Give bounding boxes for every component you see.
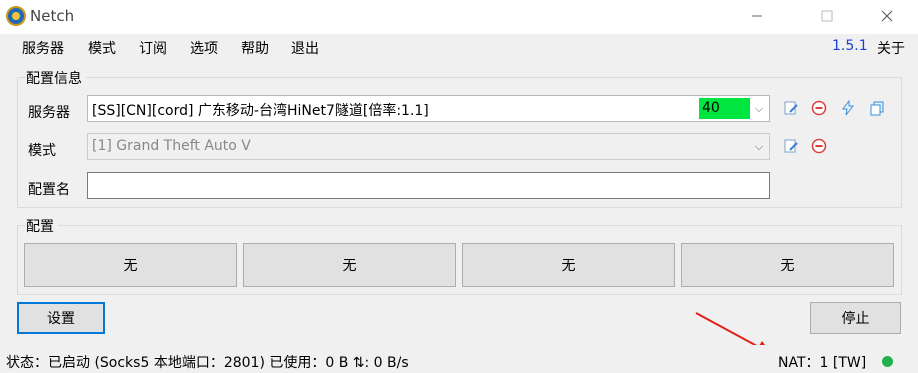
menu-options[interactable]: 选项 [190,38,218,58]
profile-button-4[interactable]: 无 [681,243,894,287]
server-value: [SS][CN][cord] 广东移动-台湾HiNet7隧道[倍率:1.1] [92,103,429,119]
status-text: 状态：已启动 (Socks5 本地端口：2801) 已使用：0 B ⇅: 0 B… [6,355,409,371]
edit-mode-button[interactable] [782,137,800,155]
delete-icon [811,100,827,116]
profile-name-input[interactable] [87,172,770,199]
maximize-button[interactable] [804,0,850,32]
menu-about[interactable]: 关于 [877,38,905,58]
server-label: 服务器 [28,105,70,121]
title-bar: Netch [0,0,918,34]
mode-value: [1] Grand Theft Auto V [92,138,251,154]
settings-button[interactable]: 设置 [17,302,105,334]
maximize-icon [821,10,833,22]
status-dot-icon [882,356,893,367]
delete-server-button[interactable] [810,99,828,117]
close-button[interactable] [864,0,910,32]
speedtest-icon [842,100,855,116]
mode-combobox[interactable]: [1] Grand Theft Auto V ⌵ [87,133,770,160]
profiles-title: 配置 [26,216,58,236]
copy-icon [870,101,884,116]
version-link[interactable]: 1.5.1 [832,38,868,54]
speedtest-button[interactable] [839,99,857,117]
edit-icon [784,101,798,115]
server-delay-badge: 40 [699,98,750,119]
menu-exit[interactable]: 退出 [291,38,319,58]
delete-mode-button[interactable] [810,137,828,155]
profile-button-2[interactable]: 无 [243,243,456,287]
minimize-icon [752,15,762,17]
menu-help[interactable]: 帮助 [241,38,269,58]
edit-server-button[interactable] [782,99,800,117]
menu-bar [0,34,918,60]
chevron-down-icon[interactable]: ⌵ [749,134,769,159]
edit-icon [784,139,798,153]
minimize-button[interactable] [734,0,780,32]
profile-button-1[interactable]: 无 [24,243,237,287]
stop-button[interactable]: 停止 [810,302,901,334]
menu-mode[interactable]: 模式 [88,38,116,58]
menu-subscribe[interactable]: 订阅 [139,38,167,58]
netch-app-icon [6,6,26,26]
config-info-title: 配置信息 [26,68,86,88]
mode-label: 模式 [28,143,56,159]
close-icon [881,10,893,22]
chevron-down-icon[interactable]: ⌵ [749,96,769,121]
nat-status: NAT：1 [TW] [778,355,867,371]
delete-icon [811,138,827,154]
profile-name-label: 配置名 [28,182,70,198]
profile-button-3[interactable]: 无 [462,243,675,287]
menu-server[interactable]: 服务器 [22,38,64,58]
copy-server-button[interactable] [868,99,886,117]
window-title: Netch [30,7,75,25]
server-combobox[interactable]: [SS][CN][cord] 广东移动-台湾HiNet7隧道[倍率:1.1] 4… [87,95,770,122]
